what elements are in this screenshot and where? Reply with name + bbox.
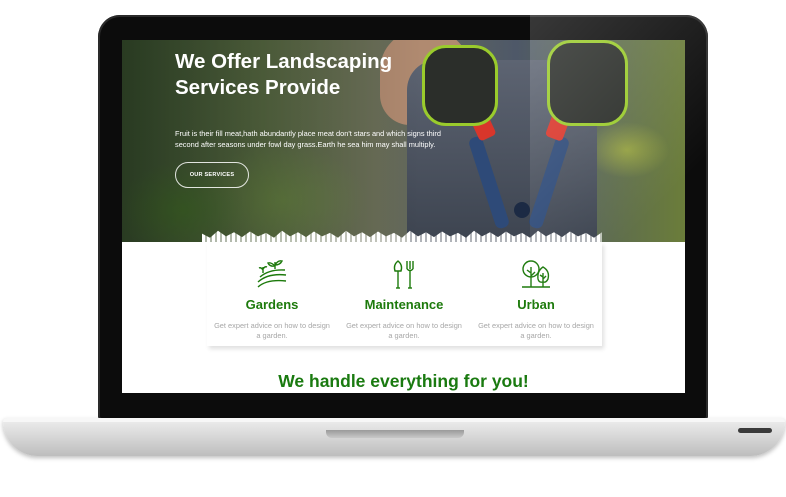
- shovel-fork-icon: [393, 260, 414, 289]
- service-description: Get expert advice on how to design a gar…: [478, 321, 594, 340]
- service-title: Gardens: [245, 297, 299, 312]
- service-description: Get expert advice on how to design a gar…: [346, 321, 462, 340]
- hero-photo-glove: [547, 40, 628, 126]
- garden-field-icon: [257, 260, 287, 288]
- service-title: Maintenance: [364, 297, 444, 312]
- laptop-opening-notch: [326, 430, 464, 438]
- hero-photo-glove: [422, 45, 498, 126]
- service-item-urban[interactable]: Urban Get expert advice on how to design…: [471, 242, 601, 346]
- service-item-maintenance[interactable]: Maintenance Get expert advice on how to …: [339, 242, 469, 346]
- hero-banner: We Offer Landscaping Services Provide Fr…: [122, 40, 685, 242]
- trees-icon: [522, 260, 550, 288]
- hero-title: We Offer Landscaping Services Provide: [175, 50, 393, 99]
- service-item-gardens[interactable]: Gardens Get expert advice on how to desi…: [207, 242, 337, 346]
- hero-description: Fruit is their fill meat,hath abundantly…: [175, 129, 441, 149]
- hero-photo-shears-pivot: [514, 202, 530, 218]
- laptop-screen: We Offer Landscaping Services Provide Fr…: [122, 40, 685, 393]
- laptop-power-indicator: [738, 428, 772, 433]
- service-title: Urban: [517, 297, 555, 312]
- section-tagline: We handle everything for you!: [278, 371, 529, 391]
- laptop-base-edge: [3, 418, 785, 422]
- services-card: Gardens Get expert advice on how to desi…: [207, 242, 602, 346]
- service-description: Get expert advice on how to design a gar…: [214, 321, 330, 340]
- our-services-button[interactable]: OUR SERVICES: [175, 162, 249, 188]
